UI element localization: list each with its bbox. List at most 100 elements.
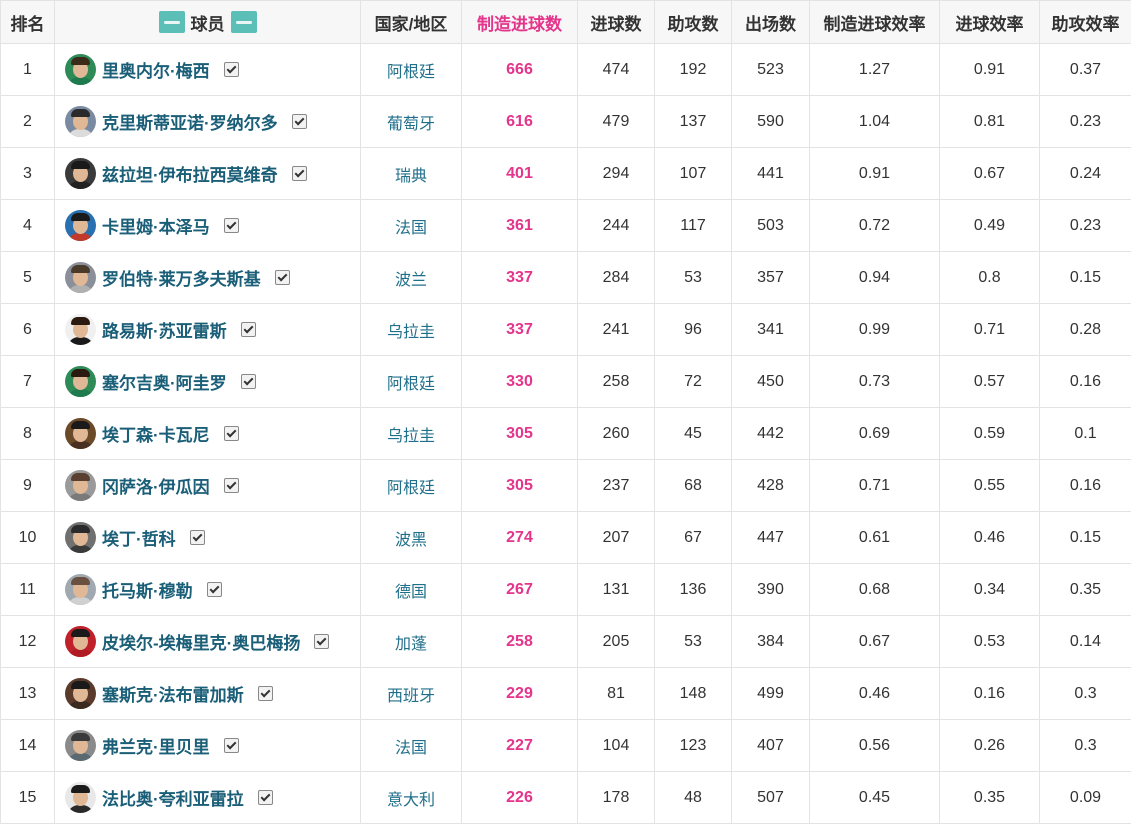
verified-check-icon: [223, 218, 239, 233]
country-link[interactable]: 阿根廷: [360, 355, 462, 408]
made-efficiency-cell: 0.56: [809, 719, 940, 772]
made-efficiency-cell: 0.61: [809, 511, 940, 564]
country-link[interactable]: 意大利: [360, 771, 462, 824]
player-name-link[interactable]: 埃丁森·卡瓦尼: [102, 421, 210, 446]
header-goals[interactable]: 进球数: [577, 0, 655, 44]
player-avatar[interactable]: [65, 366, 96, 397]
made-efficiency-cell: 0.73: [809, 355, 940, 408]
player-avatar[interactable]: [65, 106, 96, 137]
country-link[interactable]: 法国: [360, 719, 462, 772]
country-link[interactable]: 西班牙: [360, 667, 462, 720]
country-link[interactable]: 瑞典: [360, 147, 462, 200]
header-goal-efficiency[interactable]: 进球效率: [939, 0, 1040, 44]
player-avatar[interactable]: [65, 314, 96, 345]
country-link[interactable]: 加蓬: [360, 615, 462, 668]
country-link[interactable]: 乌拉圭: [360, 407, 462, 460]
player-avatar[interactable]: [65, 54, 96, 85]
player-name-link[interactable]: 塞斯克·法布雷加斯: [102, 681, 244, 706]
header-player[interactable]: 球员: [54, 0, 361, 44]
country-link[interactable]: 波黑: [360, 511, 462, 564]
player-avatar[interactable]: [65, 730, 96, 761]
verified-check-icon: [291, 166, 307, 181]
player-avatar[interactable]: [65, 158, 96, 189]
player-name-link[interactable]: 冈萨洛·伊瓜因: [102, 473, 210, 498]
assists-cell: 137: [654, 95, 732, 148]
country-link[interactable]: 阿根廷: [360, 43, 462, 96]
header-made-efficiency[interactable]: 制造进球效率: [809, 0, 940, 44]
player-name-link[interactable]: 塞尔吉奥·阿圭罗: [102, 369, 227, 394]
player-name-link[interactable]: 克里斯蒂亚诺·罗纳尔多: [102, 109, 278, 134]
made-goals-cell: 337: [461, 251, 578, 304]
table-row: 6 路易斯·苏亚雷斯 乌拉圭 337 241 96 341 0.99 0.71 0.28: [0, 303, 1131, 356]
player-avatar[interactable]: [65, 626, 96, 657]
verified-check-icon: [314, 634, 330, 649]
goal-efficiency-cell: 0.53: [939, 615, 1040, 668]
player-name-link[interactable]: 皮埃尔-埃梅里克·奥巴梅扬: [102, 629, 300, 654]
assist-efficiency-cell: 0.24: [1039, 147, 1131, 200]
player-avatar[interactable]: [65, 678, 96, 709]
assists-cell: 192: [654, 43, 732, 96]
assists-cell: 53: [654, 615, 732, 668]
made-efficiency-cell: 0.69: [809, 407, 940, 460]
player-avatar[interactable]: [65, 574, 96, 605]
player-name-link[interactable]: 弗兰克·里贝里: [102, 733, 210, 758]
made-goals-cell: 305: [461, 459, 578, 512]
player-name-link[interactable]: 卡里姆·本泽马: [102, 213, 210, 238]
player-avatar[interactable]: [65, 782, 96, 813]
player-name-link[interactable]: 路易斯·苏亚雷斯: [102, 317, 227, 342]
header-rank[interactable]: 排名: [0, 0, 55, 44]
player-cell: 埃丁·哲科: [54, 511, 361, 564]
player-cell: 塞尔吉奥·阿圭罗: [54, 355, 361, 408]
player-avatar[interactable]: [65, 522, 96, 553]
assist-efficiency-cell: 0.37: [1039, 43, 1131, 96]
appearances-cell: 407: [731, 719, 810, 772]
player-name-link[interactable]: 里奥内尔·梅西: [102, 57, 210, 82]
player-avatar[interactable]: [65, 210, 96, 241]
country-link[interactable]: 法国: [360, 199, 462, 252]
assist-efficiency-cell: 0.23: [1039, 199, 1131, 252]
player-avatar[interactable]: [65, 418, 96, 449]
player-name-link[interactable]: 罗伯特·莱万多夫斯基: [102, 265, 261, 290]
header-made-goals[interactable]: 制造进球数: [461, 0, 578, 44]
rank-cell: 4: [0, 199, 55, 252]
assists-cell: 72: [654, 355, 732, 408]
goals-cell: 260: [577, 407, 655, 460]
header-appearances[interactable]: 出场数: [731, 0, 810, 44]
goals-cell: 244: [577, 199, 655, 252]
player-name-link[interactable]: 法比奥·夸利亚雷拉: [102, 785, 244, 810]
country-link[interactable]: 阿根廷: [360, 459, 462, 512]
made-goals-cell: 401: [461, 147, 578, 200]
table-row: 4 卡里姆·本泽马 法国 361 244 117 503 0.72 0.49 0.23: [0, 199, 1131, 252]
player-cell: 卡里姆·本泽马: [54, 199, 361, 252]
player-avatar[interactable]: [65, 470, 96, 501]
player-cell: 埃丁森·卡瓦尼: [54, 407, 361, 460]
country-link[interactable]: 波兰: [360, 251, 462, 304]
rank-cell: 12: [0, 615, 55, 668]
country-link[interactable]: 德国: [360, 563, 462, 616]
made-efficiency-cell: 1.27: [809, 43, 940, 96]
header-row: 排名 球员 国家/地区 制造进球数 进球数 助攻数 出场数 制造进球效率 进球效…: [0, 0, 1131, 44]
country-link[interactable]: 乌拉圭: [360, 303, 462, 356]
appearances-cell: 384: [731, 615, 810, 668]
goal-efficiency-cell: 0.57: [939, 355, 1040, 408]
player-cell: 克里斯蒂亚诺·罗纳尔多: [54, 95, 361, 148]
player-name-link[interactable]: 埃丁·哲科: [102, 525, 176, 550]
header-country[interactable]: 国家/地区: [360, 0, 462, 44]
rank-cell: 13: [0, 667, 55, 720]
player-avatar[interactable]: [65, 262, 96, 293]
player-name-link[interactable]: 兹拉坦·伊布拉西莫维奇: [102, 161, 278, 186]
goal-efficiency-cell: 0.67: [939, 147, 1040, 200]
table-row: 15 法比奥·夸利亚雷拉 意大利 226 178 48 507 0.45 0.35 0.09: [0, 771, 1131, 824]
player-name-link[interactable]: 托马斯·穆勒: [102, 577, 193, 602]
made-efficiency-cell: 0.91: [809, 147, 940, 200]
verified-check-icon: [291, 114, 307, 129]
table-row: 8 埃丁森·卡瓦尼 乌拉圭 305 260 45 442 0.69 0.59 0.1: [0, 407, 1131, 460]
goal-efficiency-cell: 0.81: [939, 95, 1040, 148]
header-assists[interactable]: 助攻数: [654, 0, 732, 44]
made-goals-cell: 258: [461, 615, 578, 668]
header-assist-efficiency[interactable]: 助攻效率: [1039, 0, 1131, 44]
appearances-cell: 357: [731, 251, 810, 304]
assist-efficiency-cell: 0.15: [1039, 251, 1131, 304]
made-efficiency-cell: 0.71: [809, 459, 940, 512]
country-link[interactable]: 葡萄牙: [360, 95, 462, 148]
